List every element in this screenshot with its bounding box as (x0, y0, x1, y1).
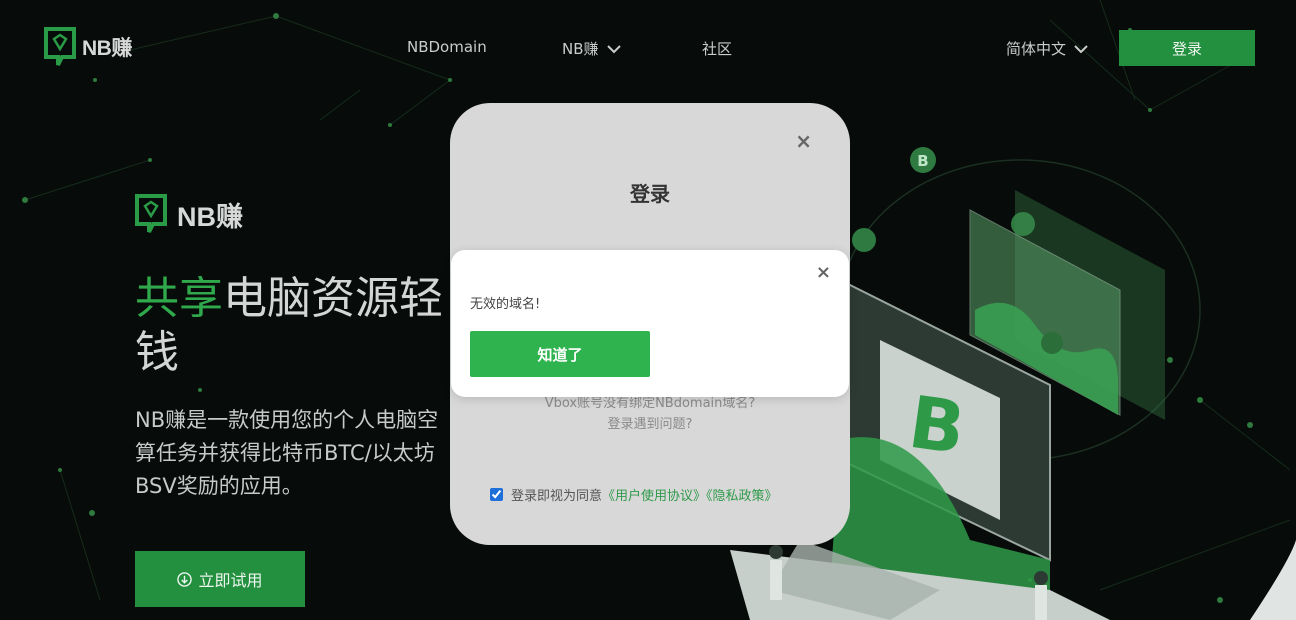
nav-community-label: 社区 (702, 40, 733, 58)
agreement-row: 登录即视为同意《用户使用协议》《隐私政策》 (490, 485, 778, 504)
nb-logo-icon (44, 27, 76, 66)
hero-description: NB赚是一款使用您的个人电脑空算任务并获得比特币BTC/以太坊BSV奖励的应用。 (135, 408, 439, 498)
error-alert: × 无效的域名! 知道了 (451, 250, 849, 397)
language-select[interactable]: 简体中文 (1006, 38, 1088, 59)
login-help-links: Vbox账号没有绑定NBdomain域名? 登录遇到问题? (450, 393, 850, 435)
chevron-down-icon (606, 44, 621, 53)
hero-logo: NB赚 (135, 194, 243, 234)
try-now-button[interactable]: 立即试用 (135, 551, 305, 607)
download-icon (177, 571, 193, 587)
login-title: 登录 (630, 182, 670, 206)
agreement-checkbox[interactable] (490, 488, 503, 501)
nav-nbzhuan-label: NB赚 (562, 40, 599, 58)
hero-headline: 共享电脑资源轻 钱 (135, 272, 443, 380)
alert-message: 无效的域名! (470, 297, 541, 312)
login-close-icon[interactable]: × (795, 129, 812, 153)
hero-logo-text: NB赚 (177, 201, 243, 232)
logo-text: NB赚 (82, 37, 132, 60)
nav-nbdomain-label: NBDomain (407, 38, 487, 56)
headline-rest: 电脑资源轻 (223, 273, 443, 324)
privacy-link[interactable]: 《隐私政策》 (706, 489, 778, 504)
alert-ok-button[interactable]: 知道了 (470, 331, 650, 377)
try-now-label: 立即试用 (198, 571, 263, 590)
chevron-down-icon (1074, 44, 1088, 53)
login-problem-link[interactable]: 登录遇到问题? (450, 414, 850, 435)
svg-text:B: B (917, 152, 928, 170)
nb-logo-icon (135, 194, 167, 233)
agreement-text: 登录即视为同意 (511, 489, 603, 504)
nav-community[interactable]: 社区 (702, 38, 732, 59)
language-label: 简体中文 (1006, 40, 1067, 58)
nav-nbdomain[interactable]: NBDomain (407, 38, 487, 56)
headline-accent: 共享 (135, 273, 223, 324)
alert-close-icon[interactable]: × (816, 262, 831, 283)
nav-nbzhuan[interactable]: NB赚 (562, 38, 621, 59)
header-login-button[interactable]: 登录 (1119, 30, 1255, 66)
terms-link[interactable]: 《用户使用协议》 (602, 489, 706, 504)
header-logo[interactable]: NB赚 (44, 27, 132, 67)
headline-line2: 钱 (135, 327, 179, 378)
